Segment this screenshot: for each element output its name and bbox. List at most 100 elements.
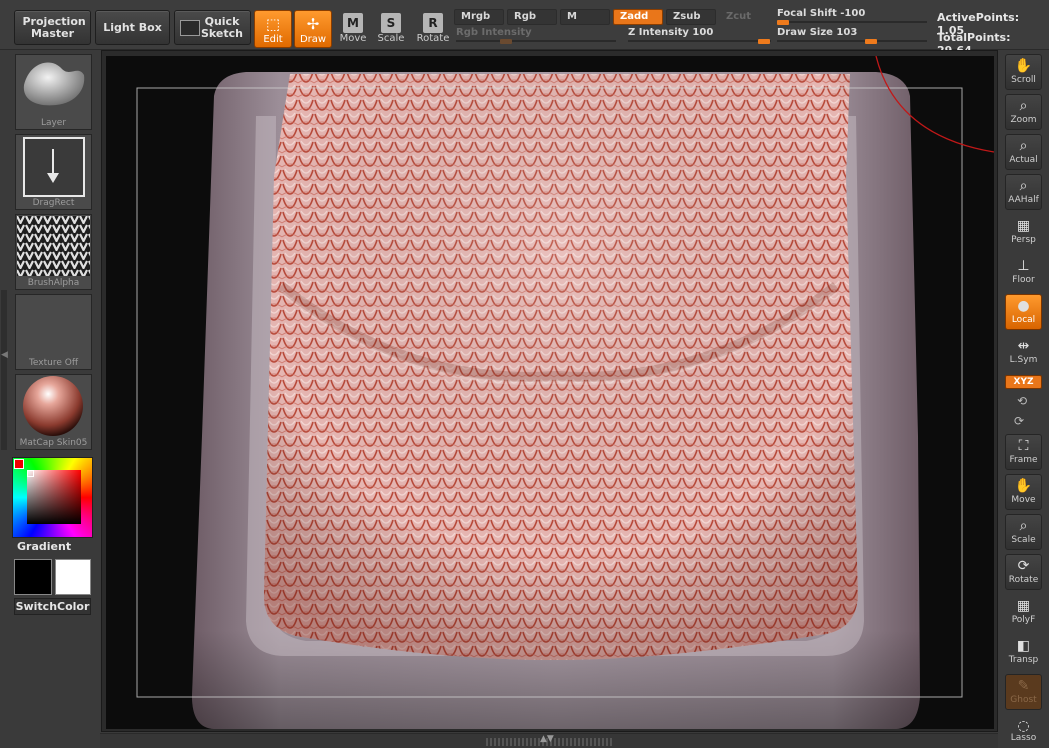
rotate-button[interactable]: R Rotate xyxy=(414,10,452,48)
actual-button[interactable]: ⌕ Actual xyxy=(1005,134,1042,170)
left-tray-handle[interactable] xyxy=(1,290,7,450)
focal-shift-knob[interactable] xyxy=(777,20,789,25)
scale-icon: S xyxy=(381,13,401,33)
quick-sketch-button[interactable]: Quick Sketch xyxy=(174,10,251,45)
actual-label: Actual xyxy=(1009,155,1038,165)
polyf-button[interactable]: ▦ PolyF xyxy=(1005,594,1042,630)
z-intensity-slider[interactable]: Z Intensity 100 xyxy=(628,27,771,44)
light-box-button[interactable]: Light Box xyxy=(95,10,170,45)
lsym-button[interactable]: ⇹ L.Sym xyxy=(1005,334,1042,370)
aahalf-button[interactable]: ⌕ AAHalf xyxy=(1005,174,1042,210)
scroll-button[interactable]: ✋ Scroll xyxy=(1005,54,1042,90)
ghost-label: Ghost xyxy=(1010,695,1037,705)
material-thumbnail[interactable]: MatCap Skin05 xyxy=(15,374,92,450)
rgb-button[interactable]: Rgb xyxy=(507,9,557,25)
brush-thumbnail[interactable]: Layer xyxy=(15,54,92,130)
ghost-brush-icon: ✎ xyxy=(1017,678,1030,694)
floor-button[interactable]: ⊥ Floor xyxy=(1005,254,1042,290)
rgb-intensity-knob[interactable] xyxy=(500,39,512,44)
draw-button[interactable]: ✢ Draw xyxy=(294,10,332,48)
frame-button[interactable]: ⛶ Frame xyxy=(1005,434,1042,470)
brush-name: Layer xyxy=(40,118,67,128)
gradient-label[interactable]: Gradient xyxy=(17,540,71,553)
transp-button[interactable]: ◧ Transp xyxy=(1005,634,1042,670)
stroke-thumbnail[interactable]: DragRect xyxy=(15,134,92,210)
local-button[interactable]: ● Local xyxy=(1005,294,1042,330)
mrgb-button[interactable]: Mrgb xyxy=(454,9,504,25)
frame-label: Frame xyxy=(1009,455,1038,465)
secondary-color-swatch[interactable] xyxy=(55,559,91,595)
lasso-button[interactable]: ◌ Lasso xyxy=(1005,716,1042,746)
dragrect-stroke-icon xyxy=(23,137,85,197)
zoom-button[interactable]: ⌕ Zoom xyxy=(1005,94,1042,130)
scale-view-button[interactable]: ⌕ Scale xyxy=(1005,514,1042,550)
knit-alpha-icon xyxy=(17,216,90,276)
frame-icon: ⛶ xyxy=(1018,438,1029,454)
symmetry-icon: ⇹ xyxy=(1017,338,1030,354)
draw-size-slider[interactable]: Draw Size 103 xyxy=(777,27,927,44)
perspective-grid-icon: ▦ xyxy=(1016,218,1031,234)
scale-button[interactable]: S Scale xyxy=(372,10,410,48)
focal-shift-slider[interactable]: Focal Shift -100 xyxy=(777,8,927,25)
z-intensity-label: Z Intensity xyxy=(628,27,689,38)
zoom-label: Zoom xyxy=(1010,115,1037,125)
z-intensity-knob[interactable] xyxy=(758,39,770,44)
move-view-button[interactable]: ✋ Move xyxy=(1005,474,1042,510)
rgb-intensity-slider[interactable]: Rgb Intensity xyxy=(456,27,616,44)
move-label: Move xyxy=(339,33,367,44)
main-color-swatch[interactable] xyxy=(14,559,52,595)
edit-icon: ⬚ xyxy=(265,15,281,33)
local-transform-icon: ● xyxy=(1017,298,1030,314)
zsub-label: Zsub xyxy=(673,11,701,22)
color-picker[interactable] xyxy=(12,457,93,538)
projection-master-button[interactable]: Projection Master xyxy=(14,10,91,45)
y-rotate-icon[interactable]: ⟲ xyxy=(1017,394,1027,408)
zcut-button[interactable]: Zcut xyxy=(719,9,769,25)
rgb-label: Rgb xyxy=(514,11,537,22)
transp-label: Transp xyxy=(1008,655,1039,665)
magnifier-icon: ⌕ xyxy=(1019,98,1028,114)
quick-sketch-icon xyxy=(180,20,200,36)
draw-size-track xyxy=(777,40,927,42)
switch-color-button[interactable]: SwitchColor xyxy=(14,598,91,615)
color-picker-cursor[interactable] xyxy=(27,470,34,477)
m-label: M xyxy=(567,11,577,22)
zadd-button[interactable]: Zadd xyxy=(613,9,663,25)
ghost-button[interactable]: ✎ Ghost xyxy=(1005,674,1042,710)
projection-master-label: Projection Master xyxy=(22,14,86,40)
texture-thumbnail[interactable]: Texture Off xyxy=(15,294,92,370)
rotate-label: Rotate xyxy=(416,33,450,44)
edit-button[interactable]: ⬚ Edit xyxy=(254,10,292,48)
xyz-rotate-button[interactable]: XYZ xyxy=(1005,375,1042,389)
tray-arrow-icon: ◀ xyxy=(1,350,8,360)
focal-shift-value: -100 xyxy=(840,8,866,19)
alpha-thumbnail[interactable]: BrushAlpha xyxy=(15,214,92,290)
quick-sketch-label: Quick Sketch xyxy=(200,14,243,40)
rotate-view-icon: ⟳ xyxy=(1017,558,1030,574)
persp-button[interactable]: ▦ Persp xyxy=(1005,214,1042,250)
persp-label: Persp xyxy=(1011,235,1036,245)
light-box-label: Light Box xyxy=(103,20,162,34)
draw-size-knob[interactable] xyxy=(865,39,877,44)
z-intensity-value: 100 xyxy=(692,27,714,38)
move-button[interactable]: M Move xyxy=(334,10,372,48)
rotate-view-button[interactable]: ⟳ Rotate xyxy=(1005,554,1042,590)
rgb-intensity-track xyxy=(456,40,616,42)
hand-icon: ✋ xyxy=(1014,58,1033,74)
draw-icon: ✢ xyxy=(306,15,320,33)
floor-icon: ⊥ xyxy=(1017,258,1030,274)
z-rotate-icon[interactable]: ⟳ xyxy=(1014,414,1024,428)
scroll-label: Scroll xyxy=(1011,75,1036,85)
scale-magnifier-icon: ⌕ xyxy=(1019,518,1028,534)
zsub-button[interactable]: Zsub xyxy=(666,9,716,25)
m-button[interactable]: M xyxy=(560,9,610,25)
move-icon: M xyxy=(343,13,363,33)
rgb-intensity-label: Rgb Intensity xyxy=(456,27,532,38)
tray-expand-icon[interactable]: ▲▼ xyxy=(540,734,554,744)
zadd-label: Zadd xyxy=(620,11,649,22)
alpha-name: BrushAlpha xyxy=(27,278,80,288)
knit-cushion-mesh[interactable] xyxy=(106,56,994,729)
draw-size-label: Draw Size xyxy=(777,27,833,38)
actual-size-icon: ⌕ xyxy=(1019,138,1028,154)
document-viewport[interactable] xyxy=(106,56,994,729)
